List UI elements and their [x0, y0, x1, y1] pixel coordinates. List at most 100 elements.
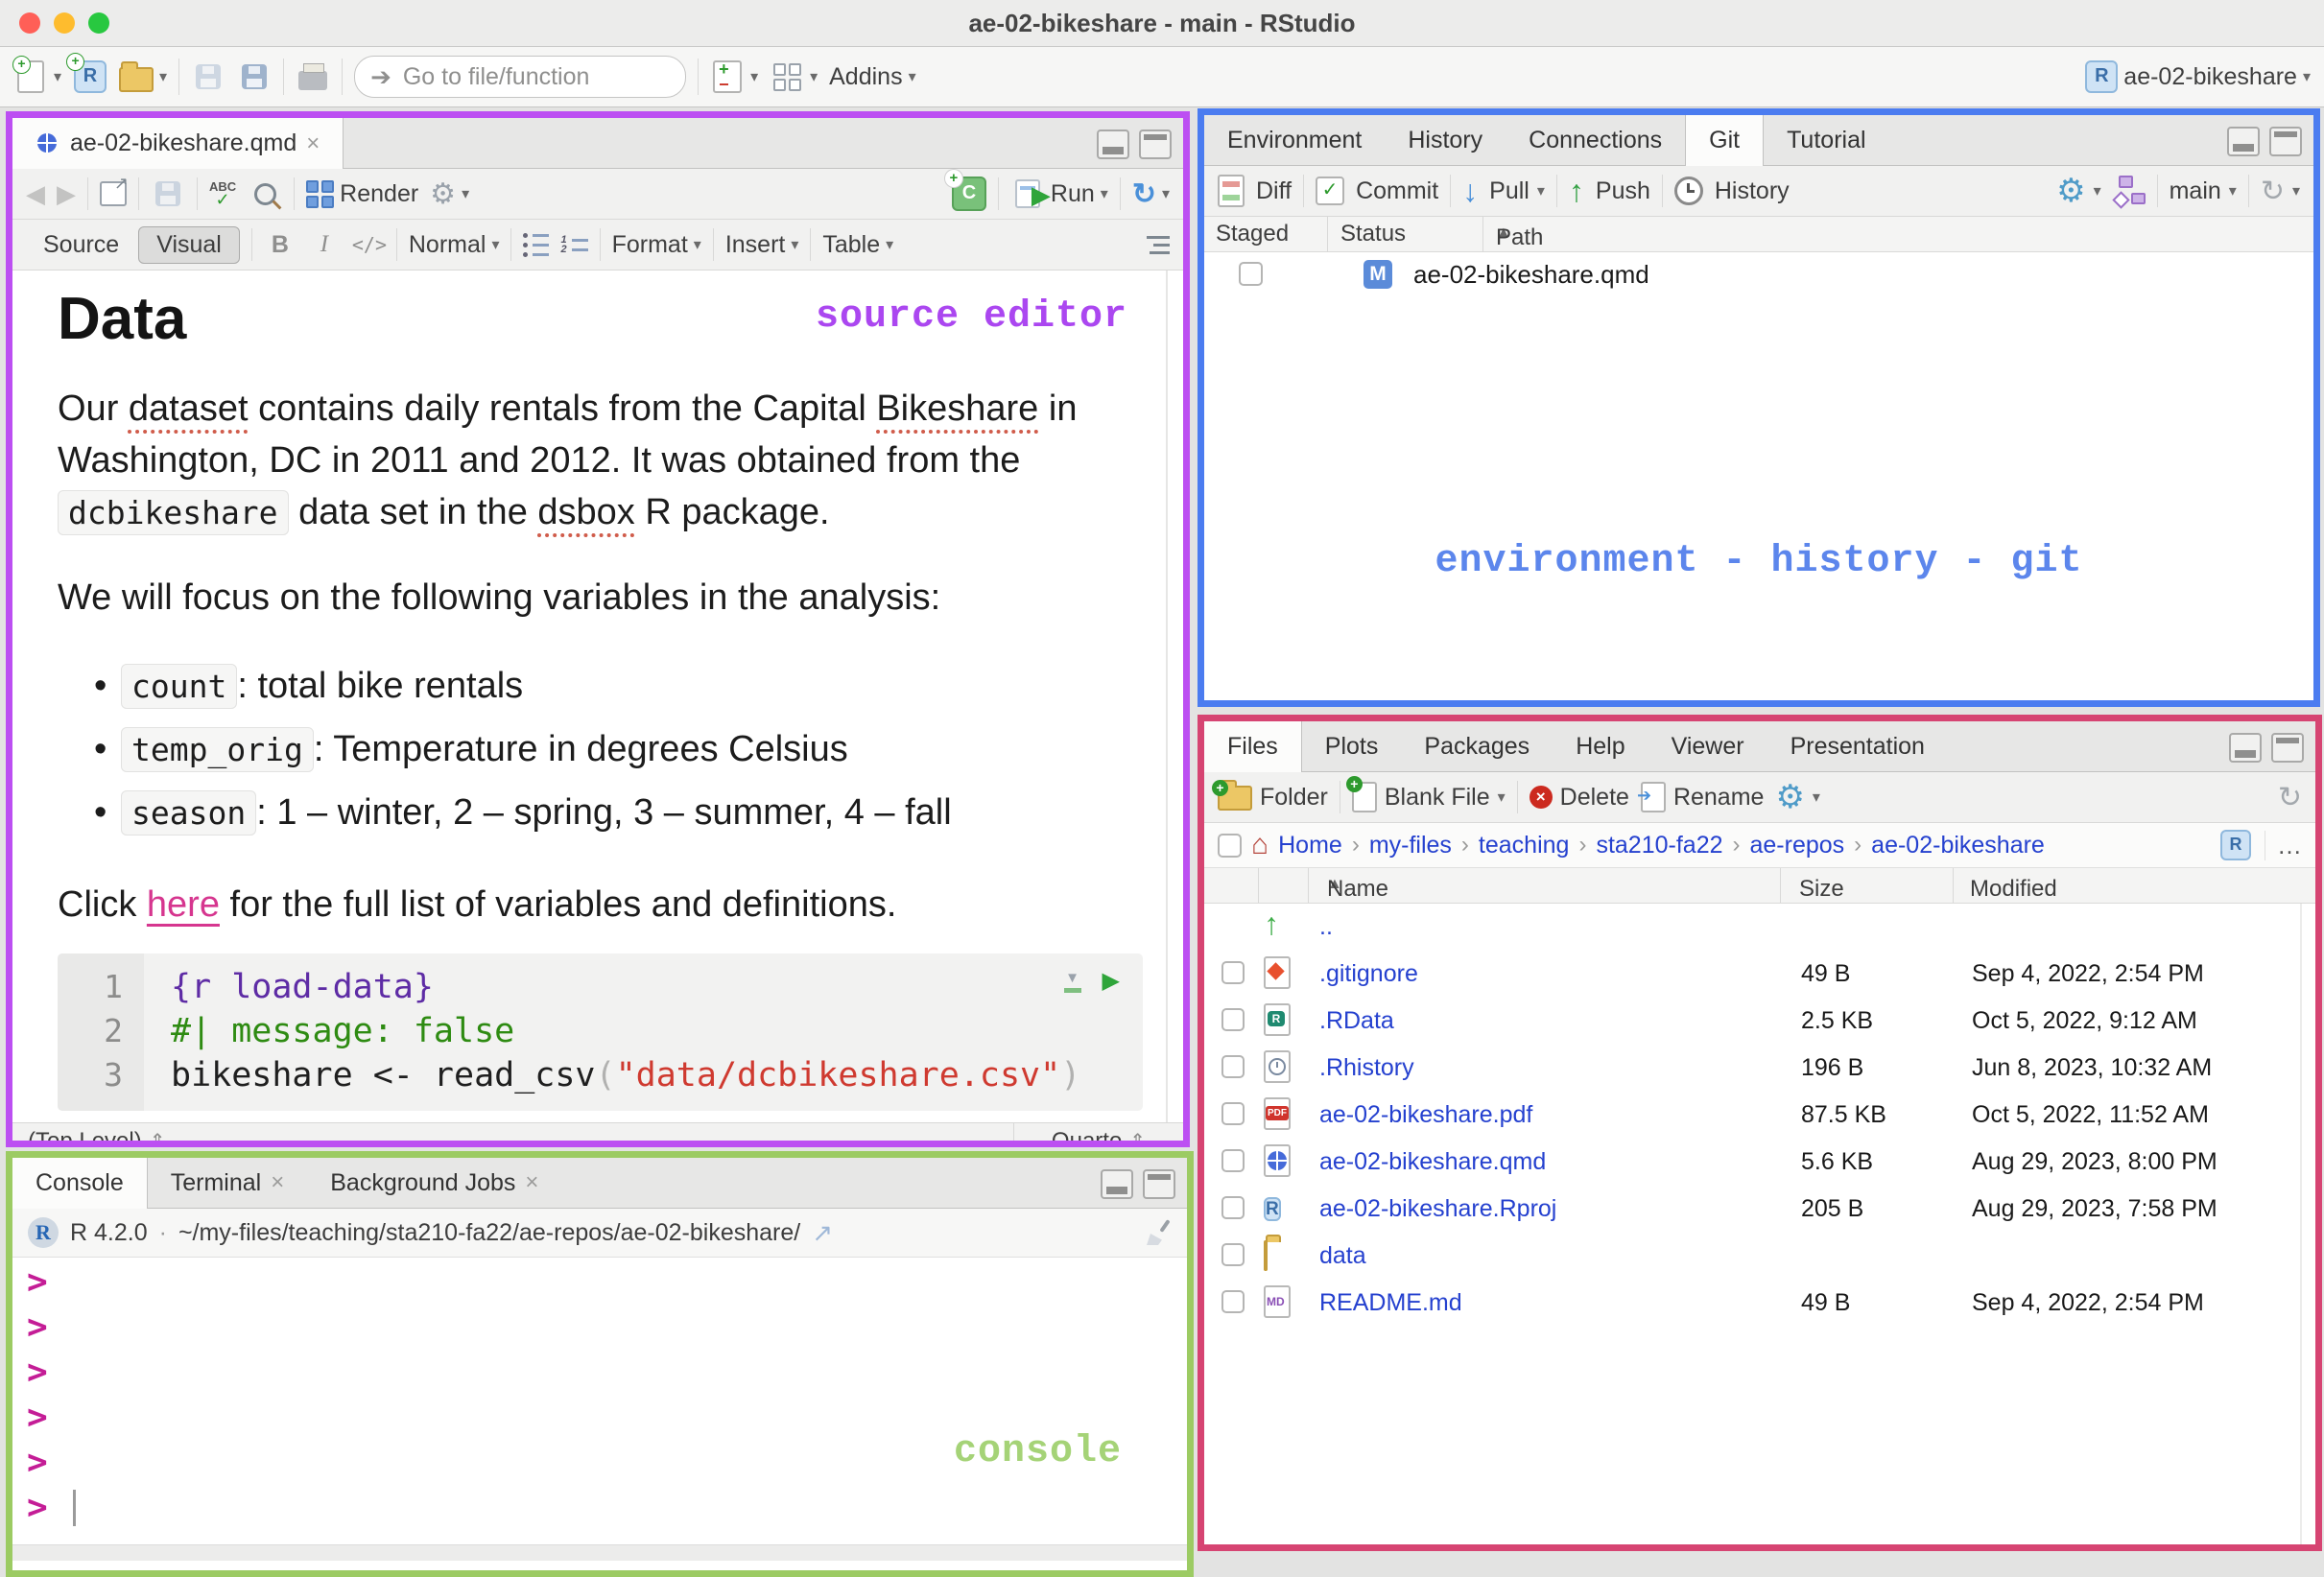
- insert-dropdown[interactable]: Insert: [725, 231, 799, 259]
- file-checkbox[interactable]: [1221, 1102, 1245, 1125]
- breadcrumb-ae-repos[interactable]: ae-repos: [1750, 832, 1845, 859]
- file-row[interactable]: ae-02-bikeshare.qmd 5.6 KB Aug 29, 2023,…: [1204, 1139, 2315, 1186]
- tab-packages[interactable]: Packages: [1401, 721, 1553, 771]
- find-replace-icon[interactable]: [253, 182, 276, 205]
- console-prompt-active[interactable]: >: [12, 1485, 1187, 1530]
- clear-console-icon[interactable]: [1143, 1218, 1172, 1247]
- breadcrumb-teaching[interactable]: teaching: [1479, 832, 1570, 859]
- tab-presentation[interactable]: Presentation: [1767, 721, 1948, 771]
- minimize-pane-button[interactable]: [2229, 733, 2262, 763]
- save-button[interactable]: [191, 59, 225, 94]
- tab-git[interactable]: Git: [1685, 115, 1765, 166]
- delete-file-button[interactable]: Delete: [1529, 784, 1629, 812]
- new-blank-file-button[interactable]: Blank File: [1345, 776, 1506, 812]
- breadcrumb-project[interactable]: ae-02-bikeshare: [1871, 832, 2045, 859]
- forward-icon[interactable]: ▶: [57, 179, 76, 209]
- file-type-selector[interactable]: Quarto: [1013, 1123, 1183, 1141]
- maximize-pane-button[interactable]: [1139, 129, 1172, 159]
- file-row-up[interactable]: ..: [1204, 904, 2315, 951]
- back-icon[interactable]: ◀: [26, 179, 45, 209]
- refresh-icon[interactable]: [2278, 781, 2302, 814]
- goto-file-input[interactable]: [400, 61, 671, 92]
- file-checkbox[interactable]: [1221, 1008, 1245, 1031]
- git-file-row[interactable]: M ae-02-bikeshare.qmd: [1204, 252, 2313, 298]
- file-row[interactable]: ae-02-bikeshare.Rproj 205 B Aug 29, 2023…: [1204, 1186, 2315, 1233]
- console-scrollbar[interactable]: [12, 1544, 1187, 1561]
- editor-tab[interactable]: ae-02-bikeshare.qmd: [12, 118, 344, 169]
- addins-dropdown[interactable]: Addins: [829, 63, 915, 91]
- breadcrumb-sta210[interactable]: sta210-fa22: [1596, 832, 1722, 859]
- save-all-button[interactable]: [237, 59, 272, 94]
- format-dropdown[interactable]: Format: [612, 231, 701, 259]
- visual-mode-button[interactable]: Visual: [138, 225, 240, 264]
- diff-button[interactable]: Diff: [1218, 175, 1292, 207]
- breadcrumb-home[interactable]: Home: [1278, 832, 1342, 859]
- code-line[interactable]: #| message: false: [171, 1009, 1080, 1053]
- git-settings-button[interactable]: [2056, 172, 2101, 210]
- tab-help[interactable]: Help: [1553, 721, 1648, 771]
- pull-button[interactable]: Pull: [1462, 174, 1545, 209]
- file-checkbox[interactable]: [1221, 1243, 1245, 1266]
- push-button[interactable]: Push: [1569, 174, 1650, 209]
- tab-terminal[interactable]: Terminal: [148, 1158, 308, 1208]
- branch-selector[interactable]: main: [2170, 177, 2237, 205]
- run-chunks-above-icon[interactable]: [1064, 970, 1081, 993]
- workspace-panes-button[interactable]: [770, 59, 818, 94]
- branch-icon[interactable]: [2111, 176, 2146, 209]
- go-to-directory-icon[interactable]: [812, 1218, 833, 1248]
- tab-tutorial[interactable]: Tutorial: [1764, 115, 1888, 165]
- column-staged[interactable]: Staged: [1216, 221, 1289, 247]
- file-row[interactable]: .gitignore 49 B Sep 4, 2022, 2:54 PM: [1204, 951, 2315, 998]
- tab-viewer[interactable]: Viewer: [1648, 721, 1767, 771]
- project-menu-button[interactable]: ae-02-bikeshare: [2085, 60, 2311, 93]
- maximize-pane-button[interactable]: [2271, 733, 2304, 763]
- file-row[interactable]: data: [1204, 1233, 2315, 1280]
- minimize-pane-button[interactable]: [1101, 1169, 1133, 1199]
- outline-icon[interactable]: [1147, 235, 1170, 254]
- open-in-window-icon[interactable]: [100, 174, 129, 206]
- maximize-pane-button[interactable]: [1143, 1169, 1175, 1199]
- more-button[interactable]: [2265, 830, 2302, 860]
- file-row[interactable]: ae-02-bikeshare.pdf 87.5 KB Oct 5, 2022,…: [1204, 1092, 2315, 1139]
- tab-plots[interactable]: Plots: [1302, 721, 1402, 771]
- breadcrumb-my-files[interactable]: my-files: [1369, 832, 1452, 859]
- file-checkbox[interactable]: [1221, 1149, 1245, 1172]
- files-more-button[interactable]: [1775, 778, 1820, 816]
- tab-connections[interactable]: Connections: [1506, 115, 1685, 165]
- minimize-pane-button[interactable]: [2227, 127, 2260, 156]
- print-button[interactable]: [296, 59, 330, 94]
- file-checkbox[interactable]: [1221, 1290, 1245, 1313]
- minimize-window-button[interactable]: [54, 12, 75, 34]
- render-settings-button[interactable]: [430, 177, 469, 211]
- close-tab-icon[interactable]: [306, 130, 320, 157]
- numbered-list-icon[interactable]: [560, 238, 587, 252]
- minimize-pane-button[interactable]: [1097, 129, 1129, 159]
- bold-button[interactable]: B: [264, 231, 296, 259]
- insert-chunk-icon[interactable]: [944, 170, 986, 211]
- file-row[interactable]: README.md 49 B Sep 4, 2022, 2:54 PM: [1204, 1280, 2315, 1327]
- select-all-checkbox[interactable]: [1218, 833, 1242, 858]
- file-checkbox[interactable]: [1221, 1196, 1245, 1219]
- new-folder-button[interactable]: Folder: [1212, 780, 1328, 812]
- zoom-window-button[interactable]: [88, 12, 109, 34]
- rename-file-button[interactable]: Rename: [1637, 782, 1764, 812]
- new-project-button[interactable]: [66, 53, 107, 94]
- tab-files[interactable]: Files: [1204, 721, 1302, 772]
- tab-environment[interactable]: Environment: [1204, 115, 1385, 165]
- paragraph-style-dropdown[interactable]: Normal: [409, 231, 500, 259]
- code-line[interactable]: {r load-data}: [171, 965, 1080, 1009]
- staged-checkbox[interactable]: [1239, 262, 1263, 286]
- goto-file-search[interactable]: [354, 56, 687, 98]
- version-control-button[interactable]: [710, 59, 758, 94]
- new-file-button[interactable]: [12, 56, 61, 94]
- table-dropdown[interactable]: Table: [822, 231, 893, 259]
- console-output[interactable]: > > > > > > console: [12, 1258, 1187, 1561]
- commit-button[interactable]: Commit: [1316, 177, 1438, 205]
- file-checkbox[interactable]: [1221, 1055, 1245, 1078]
- save-icon[interactable]: [155, 181, 180, 206]
- open-file-button[interactable]: [119, 59, 167, 94]
- close-window-button[interactable]: [19, 12, 40, 34]
- outline-scope-selector[interactable]: (Top Level): [12, 1128, 166, 1142]
- run-chunk-icon[interactable]: [1103, 967, 1120, 995]
- file-checkbox[interactable]: [1221, 961, 1245, 984]
